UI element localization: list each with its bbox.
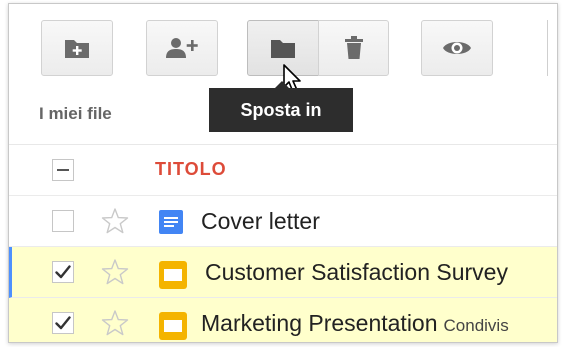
list-header-row: TITOLO — [9, 145, 557, 196]
shared-label: Condivis — [443, 316, 509, 335]
file-row[interactable]: Marketing Presentation Condivis — [9, 298, 557, 342]
checkmark-icon — [55, 316, 71, 330]
minus-icon — [57, 169, 69, 171]
file-name[interactable]: Marketing Presentation — [201, 310, 438, 336]
star-icon[interactable] — [101, 259, 129, 285]
delete-button[interactable] — [318, 20, 389, 76]
file-name-cell[interactable]: Marketing Presentation Condivis — [201, 310, 509, 337]
folder-icon — [270, 37, 296, 59]
row-checkbox[interactable] — [52, 312, 74, 334]
slides-icon — [159, 261, 187, 289]
person-plus-icon — [165, 37, 199, 59]
slides-icon — [159, 312, 187, 340]
checkmark-icon — [55, 265, 71, 279]
title-column-header[interactable]: TITOLO — [155, 159, 227, 180]
eye-icon — [442, 38, 472, 58]
move-to-tooltip: Sposta in — [209, 81, 353, 132]
row-checkbox[interactable] — [52, 210, 74, 232]
folder-plus-icon — [64, 37, 90, 59]
toolbar-divider — [547, 20, 548, 76]
trash-icon — [344, 36, 364, 60]
breadcrumb[interactable]: I miei file — [39, 104, 112, 124]
select-all-checkbox[interactable] — [52, 159, 74, 181]
star-icon[interactable] — [101, 310, 129, 336]
file-name[interactable]: Customer Satisfaction Survey — [205, 259, 508, 286]
file-name[interactable]: Cover letter — [201, 208, 320, 235]
drive-window: Sposta in I miei file TITOLO Cover lette… — [8, 3, 558, 343]
preview-button[interactable] — [421, 20, 493, 76]
star-icon[interactable] — [101, 208, 129, 234]
doc-icon — [159, 210, 183, 234]
file-row[interactable]: Customer Satisfaction Survey — [9, 247, 557, 298]
share-button[interactable] — [146, 20, 218, 76]
file-row[interactable]: Cover letter — [9, 196, 557, 247]
row-checkbox[interactable] — [52, 261, 74, 283]
new-folder-button[interactable] — [41, 20, 113, 76]
